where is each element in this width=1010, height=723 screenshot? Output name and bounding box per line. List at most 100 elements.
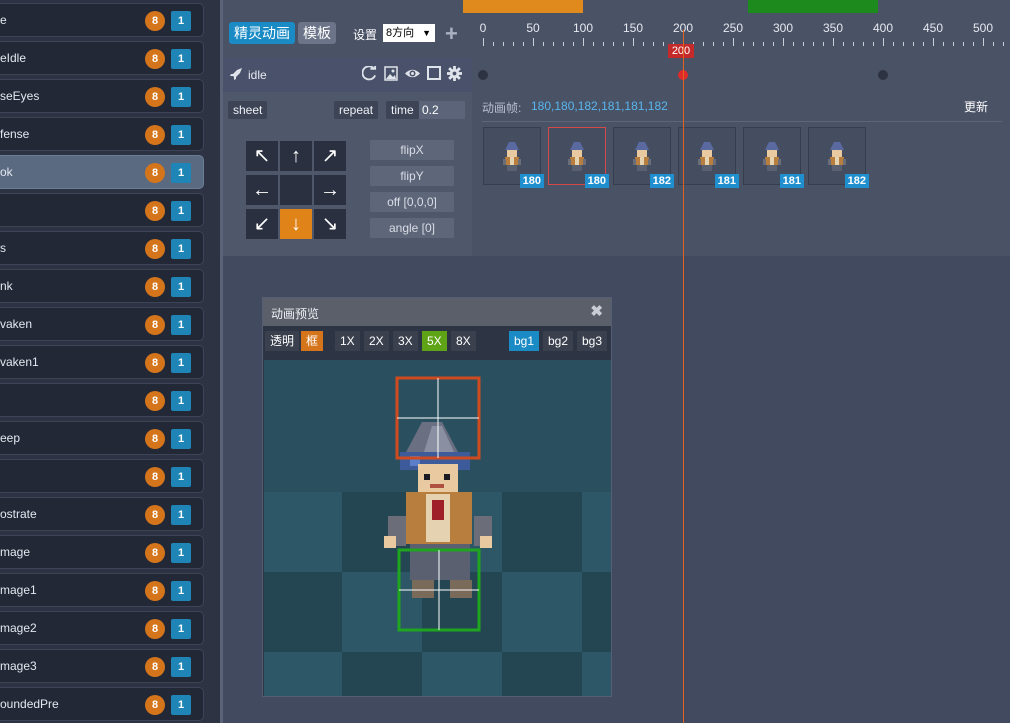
ruler-tick xyxy=(543,42,544,46)
sheet-button[interactable]: sheet xyxy=(228,101,268,119)
animation-preview-window: 动画预览 ✖ 透明 框 1X 2X 3X 5X 8X bg1 bg2 bg3 xyxy=(262,297,662,723)
animation-list-item[interactable]: e 81 xyxy=(0,3,204,37)
animation-item-name: mage2 xyxy=(0,621,37,635)
animation-list-item[interactable]: 81 xyxy=(0,459,204,493)
template-tab[interactable]: 模板 xyxy=(298,22,336,44)
direction-arrow-up-button[interactable]: ↑ xyxy=(280,141,312,171)
frame-count-badge: 1 xyxy=(171,201,191,221)
animation-list-item[interactable]: mage1 8 1 xyxy=(0,573,204,607)
zoom-button[interactable]: 3X xyxy=(393,331,418,351)
direction-arrow-up-left-button[interactable]: ↖ xyxy=(246,141,278,171)
direction-count-badge: 8 xyxy=(145,163,165,183)
square-icon[interactable] xyxy=(427,66,441,83)
angle-button[interactable]: angle [0] xyxy=(370,218,454,238)
zoom-button[interactable]: 5X xyxy=(422,331,447,351)
zoom-button[interactable]: 1X xyxy=(335,331,360,351)
frame-toggle[interactable]: 框 xyxy=(301,331,324,351)
frame-thumbnail[interactable]: 180 xyxy=(548,127,609,188)
animation-item-name: mage xyxy=(0,545,31,559)
frame-count-badge: 1 xyxy=(171,543,191,563)
direction-count-badge: 8 xyxy=(145,125,165,145)
add-icon[interactable]: + xyxy=(445,23,458,45)
animation-list-item[interactable]: mage 8 1 xyxy=(0,535,204,569)
animation-list: e 8 1 eIdle 8 1 seEyes 8 1 fense 8 1 ok 8 1 8 1 s 8 1 nk 8 1 va… xyxy=(0,0,220,723)
animation-item-name: mage1 xyxy=(0,583,37,597)
direction-arrow-down-left-button[interactable]: ↙ xyxy=(246,209,278,239)
frame-thumbnail[interactable]: 180 xyxy=(483,127,544,188)
frame-thumbnail[interactable]: 181 xyxy=(678,127,739,188)
direction-arrow-right-button[interactable]: → xyxy=(314,175,346,205)
ruler-tick xyxy=(733,38,734,46)
direction-arrow-left-button[interactable]: ← xyxy=(246,175,278,205)
playhead-label[interactable]: 200 xyxy=(668,44,694,58)
timeline-track-green xyxy=(748,0,878,13)
keyframe-dot[interactable] xyxy=(878,70,888,80)
ruler-tick xyxy=(743,42,744,46)
animation-list-item[interactable]: 81 xyxy=(0,193,204,227)
animation-list-item[interactable]: eIdle 8 1 xyxy=(0,41,204,75)
direction-arrow-down-right-button[interactable]: ↘ xyxy=(314,209,346,239)
animation-list-item[interactable]: ok 8 1 xyxy=(0,155,204,189)
animation-list-item[interactable]: seEyes 8 1 xyxy=(0,79,204,113)
direction-arrow-down-button[interactable]: ↓ xyxy=(280,209,312,239)
keyframe-dot[interactable] xyxy=(478,70,488,80)
offset-button[interactable]: off [0,0,0] xyxy=(370,192,454,212)
direction-count-badge: 8 xyxy=(145,201,165,221)
animation-list-item[interactable]: eep 8 1 xyxy=(0,421,204,455)
close-icon[interactable]: ✖ xyxy=(590,302,603,320)
ruler-tick xyxy=(703,42,704,46)
direction-arrow-up-right-button[interactable]: ↗ xyxy=(314,141,346,171)
gear-icon[interactable] xyxy=(447,66,462,84)
animation-list-item[interactable]: fense 8 1 xyxy=(0,117,204,151)
ruler-tick xyxy=(553,42,554,46)
animation-list-item[interactable]: mage3 8 1 xyxy=(0,649,204,683)
animation-list-item[interactable]: vaken1 8 1 xyxy=(0,345,204,379)
repeat-button[interactable]: repeat xyxy=(334,101,379,119)
time-input[interactable]: 0.2 xyxy=(419,101,465,119)
frame-thumbnail[interactable]: 182 xyxy=(808,127,869,188)
animation-list-item[interactable]: oundedPre 8 1 xyxy=(0,687,204,721)
ruler-tick xyxy=(973,42,974,46)
refresh-icon[interactable] xyxy=(361,65,377,84)
timeline-ruler[interactable]: 0 50 100 150 200 250 300 350 400 450 500 200 xyxy=(463,0,1010,58)
sprite-animation-tab[interactable]: 精灵动画 xyxy=(229,22,295,44)
ruler-tick xyxy=(843,42,844,46)
frame-thumbnail[interactable]: 182 xyxy=(613,127,674,188)
preview-titlebar[interactable]: 动画预览 ✖ xyxy=(263,298,611,326)
checker-tile xyxy=(262,492,342,572)
direction-center-button[interactable] xyxy=(280,175,312,205)
animation-list-item[interactable]: nk 8 1 xyxy=(0,269,204,303)
frame-count-badge: 1 xyxy=(171,11,191,31)
refresh-button[interactable]: 更新 xyxy=(964,98,988,115)
checker-tile xyxy=(502,492,582,572)
ruler-tick-label: 0 xyxy=(479,21,487,35)
animation-item-name: e xyxy=(0,13,7,27)
animation-item-name: fense xyxy=(0,127,30,141)
direction-select[interactable]: 8方向 ▼ xyxy=(383,24,435,42)
eye-icon[interactable] xyxy=(404,66,421,84)
settings-label: 设置 xyxy=(353,28,378,42)
flipx-button[interactable]: flipX xyxy=(370,140,454,160)
animation-list-item[interactable]: s 81 xyxy=(0,231,204,265)
ruler-tick xyxy=(903,42,904,46)
frame-thumbnail[interactable]: 181 xyxy=(743,127,804,188)
transparent-toggle[interactable]: 透明 xyxy=(265,331,300,351)
background-button[interactable]: bg1 xyxy=(509,331,540,351)
zoom-button[interactable]: 8X xyxy=(451,331,476,351)
image-icon[interactable] xyxy=(384,66,398,84)
frame-count-badge: 1 xyxy=(171,657,191,677)
sprite-thumbnail xyxy=(763,142,781,171)
ruler-tick xyxy=(503,42,504,46)
background-button[interactable]: bg3 xyxy=(577,331,608,351)
frame-count-badge: 1 xyxy=(171,505,191,525)
background-button[interactable]: bg2 xyxy=(543,331,574,351)
animation-list-item[interactable]: mage2 8 1 xyxy=(0,611,204,645)
animation-list-item[interactable]: vaken 8 1 xyxy=(0,307,204,341)
animation-list-item[interactable]: ostrate 8 1 xyxy=(0,497,204,531)
animation-list-item[interactable]: 81 xyxy=(0,383,204,417)
ruler-tick xyxy=(613,42,614,46)
frame-count-badge: 1 xyxy=(171,581,191,601)
zoom-button[interactable]: 2X xyxy=(364,331,389,351)
flipy-button[interactable]: flipY xyxy=(370,166,454,186)
playhead-line[interactable] xyxy=(683,30,684,723)
